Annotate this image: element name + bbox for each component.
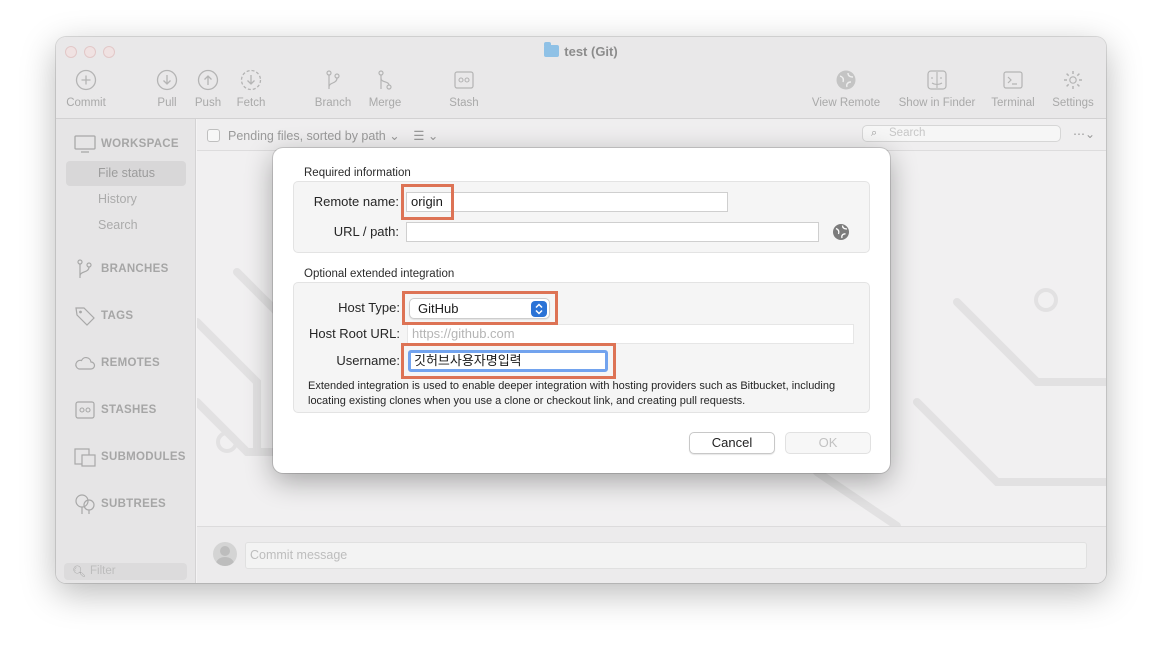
tag-icon	[74, 305, 96, 327]
search-icon: ⌕	[871, 127, 878, 139]
highlight-host-type	[402, 291, 558, 325]
sidebar-remotes-header[interactable]: REMOTES	[74, 352, 160, 374]
window-title: test (Git)	[56, 42, 1106, 59]
search-icon: 🔍︎	[72, 566, 86, 578]
plus-circle-icon	[75, 69, 97, 91]
arrow-down-circle-icon	[156, 69, 178, 91]
cloud-icon	[74, 352, 96, 374]
subtree-icon	[74, 493, 96, 515]
host-root-url-field[interactable]: https://github.com	[407, 324, 854, 344]
sidebar-subtrees-header[interactable]: SUBTREES	[74, 493, 166, 515]
username-label: Username:	[336, 353, 400, 368]
submodule-icon	[74, 446, 96, 468]
url-path-field[interactable]	[406, 222, 819, 242]
toolbar-fetch-button[interactable]: Fetch	[234, 69, 268, 109]
cancel-button[interactable]: Cancel	[689, 432, 775, 454]
url-path-label: URL / path:	[333, 224, 399, 239]
host-type-label: Host Type:	[338, 300, 400, 315]
sidebar-submodules-header[interactable]: SUBMODULES	[74, 446, 186, 468]
toolbar-merge-button[interactable]: Merge	[365, 69, 405, 109]
pending-files-sort-menu[interactable]: Pending files, sorted by path ⌄ ☰ ⌄	[228, 128, 438, 143]
finder-icon	[926, 69, 948, 91]
toolbar-settings-button[interactable]: Settings	[1050, 69, 1096, 109]
stash-icon	[453, 69, 475, 91]
sidebar-item-file-status[interactable]: File status	[66, 161, 186, 186]
toolbar-view-remote-button[interactable]: View Remote	[810, 69, 882, 109]
sidebar-workspace-header: WORKSPACE	[74, 133, 179, 155]
chevron-down-icon: ⌄	[427, 129, 439, 143]
stash-icon	[74, 399, 96, 421]
highlight-remote-name	[401, 184, 454, 220]
remote-name-field[interactable]: origin	[406, 192, 728, 212]
content-header: Pending files, sorted by path ⌄ ☰ ⌄ ⌕ Se…	[197, 119, 1106, 151]
sidebar: WORKSPACE File status History Search BRA…	[56, 119, 196, 583]
remote-name-label: Remote name:	[313, 194, 399, 209]
optional-integration-heading: Optional extended integration	[304, 268, 455, 280]
globe-icon	[835, 69, 857, 91]
merge-icon	[374, 69, 396, 91]
add-remote-dialog: Required information Remote name: origin…	[273, 148, 890, 473]
toolbar-branch-button[interactable]: Branch	[313, 69, 353, 109]
search-input[interactable]: ⌕ Search	[862, 125, 1061, 142]
toolbar-push-button[interactable]: Push	[193, 69, 223, 109]
avatar	[213, 542, 237, 566]
title-bar: test (Git) Commit Pull Push Fetch Branch…	[56, 37, 1106, 119]
integration-hint-text: Extended integration is used to enable d…	[308, 380, 836, 407]
sidebar-item-search[interactable]: Search	[66, 213, 186, 238]
monitor-icon	[74, 133, 96, 155]
folder-icon	[544, 42, 560, 57]
branch-icon	[322, 69, 344, 91]
sidebar-item-history[interactable]: History	[66, 187, 186, 212]
select-all-checkbox[interactable]	[207, 129, 220, 142]
terminal-icon	[1002, 69, 1024, 91]
toolbar-commit-button[interactable]: Commit	[66, 69, 106, 109]
sidebar-tags-header[interactable]: TAGS	[74, 305, 133, 327]
chevron-down-icon: ⌄	[389, 129, 400, 143]
globe-icon[interactable]	[832, 223, 850, 241]
toolbar-stash-button[interactable]: Stash	[446, 69, 482, 109]
ok-button[interactable]: OK	[785, 432, 871, 454]
host-root-url-label: Host Root URL:	[308, 326, 400, 341]
sidebar-stashes-header[interactable]: STASHES	[74, 399, 157, 421]
arrow-up-circle-icon	[197, 69, 219, 91]
list-view-icon[interactable]: ☰	[413, 129, 424, 143]
gear-icon	[1062, 69, 1084, 91]
commit-message-input[interactable]: Commit message	[245, 542, 1087, 569]
toolbar-terminal-button[interactable]: Terminal	[989, 69, 1037, 109]
highlight-username	[401, 343, 616, 379]
toolbar-pull-button[interactable]: Pull	[153, 69, 181, 109]
sidebar-filter-input[interactable]: 🔍︎ Filter	[64, 563, 187, 580]
branch-icon	[74, 258, 96, 280]
required-info-heading: Required information	[304, 167, 411, 179]
toolbar-show-in-finder-button[interactable]: Show in Finder	[895, 69, 979, 109]
sidebar-branches-header[interactable]: BRANCHES	[74, 258, 169, 280]
more-options-icon[interactable]: ⋯⌄	[1073, 127, 1095, 141]
fetch-icon	[240, 69, 262, 91]
commit-bar: Commit message	[197, 526, 1106, 583]
